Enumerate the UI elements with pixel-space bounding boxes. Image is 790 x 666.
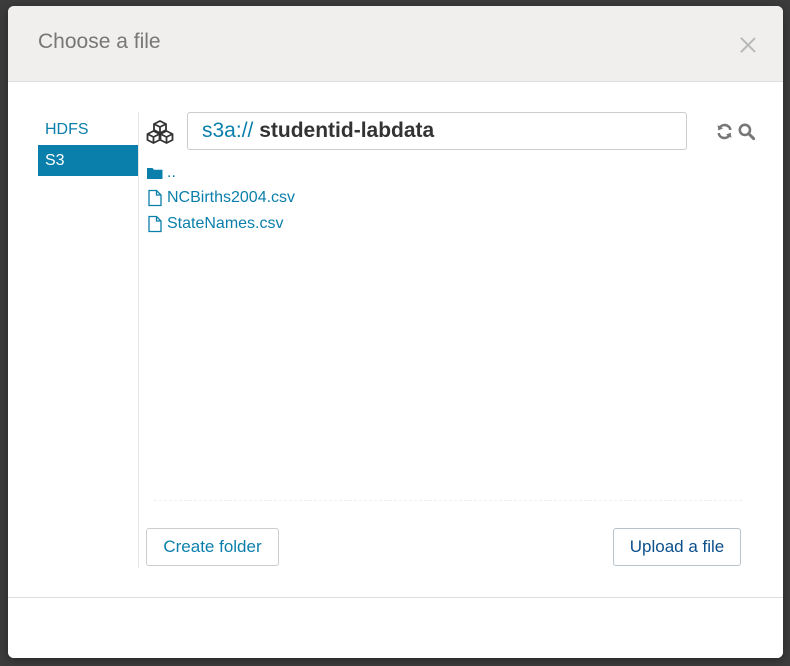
path-scheme: s3a:// bbox=[202, 119, 254, 142]
file-list: .. NCBirths2004.csv StateNames.csv bbox=[146, 160, 746, 237]
file-icon bbox=[148, 215, 162, 232]
file-name: .. bbox=[167, 163, 176, 181]
storage-sidebar: HDFS S3 bbox=[38, 114, 138, 176]
list-divider bbox=[154, 500, 742, 501]
list-item-file[interactable]: StateNames.csv bbox=[146, 211, 746, 237]
file-name: StateNames.csv bbox=[167, 214, 284, 232]
dialog-footer bbox=[8, 597, 783, 658]
path-bar: s3a:// studentid-labdata bbox=[146, 112, 758, 152]
refresh-icon[interactable] bbox=[716, 123, 733, 140]
folder-icon bbox=[147, 167, 163, 179]
path-bucket: studentid-labdata bbox=[259, 119, 435, 142]
close-icon[interactable] bbox=[737, 34, 759, 56]
path-input[interactable]: s3a:// studentid-labdata bbox=[187, 112, 687, 150]
dialog-header: Choose a file bbox=[8, 6, 783, 82]
cubes-icon bbox=[146, 120, 174, 144]
file-name: NCBirths2004.csv bbox=[167, 189, 296, 207]
sidebar-divider bbox=[138, 112, 139, 568]
dialog-title: Choose a file bbox=[38, 30, 161, 53]
file-chooser-dialog: Choose a file HDFS S3 s3a:// studentid-l… bbox=[8, 6, 783, 658]
sidebar-item-s3[interactable]: S3 bbox=[38, 145, 138, 176]
sidebar-item-hdfs[interactable]: HDFS bbox=[38, 114, 138, 145]
file-icon bbox=[148, 190, 162, 207]
upload-file-button[interactable]: Upload a file bbox=[613, 528, 741, 566]
create-folder-button[interactable]: Create folder bbox=[146, 528, 279, 566]
search-icon[interactable] bbox=[738, 123, 755, 140]
list-item-parent-folder[interactable]: .. bbox=[146, 160, 746, 186]
list-item-file[interactable]: NCBirths2004.csv bbox=[146, 186, 746, 212]
